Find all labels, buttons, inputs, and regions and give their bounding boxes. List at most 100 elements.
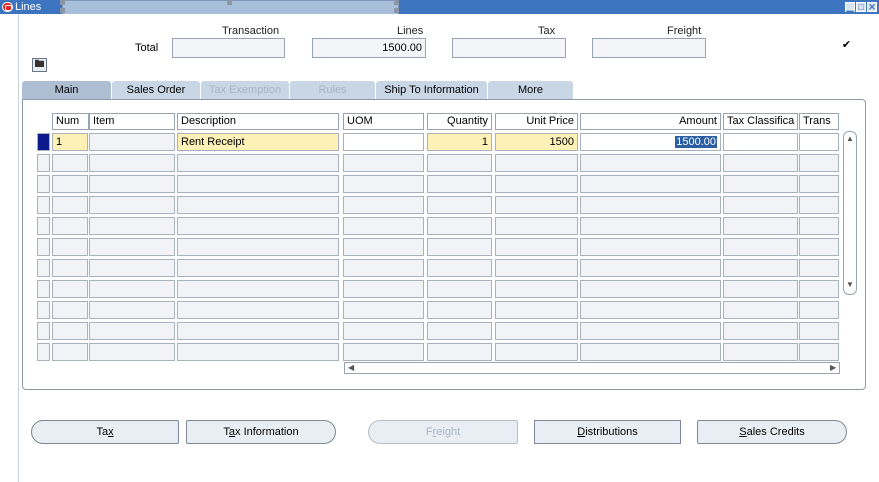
description-cell[interactable]: Rent Receipt bbox=[177, 133, 339, 151]
unit-price-cell[interactable] bbox=[495, 196, 578, 214]
num-cell[interactable] bbox=[52, 238, 88, 256]
quantity-cell[interactable] bbox=[427, 238, 492, 256]
distributions-button[interactable]: Distributions bbox=[534, 420, 681, 444]
trans-cell[interactable] bbox=[799, 322, 839, 340]
tab-ship-to-information[interactable]: Ship To Information bbox=[376, 81, 487, 100]
uom-cell[interactable] bbox=[343, 280, 424, 298]
item-cell[interactable] bbox=[89, 175, 175, 193]
tax-classification-cell[interactable] bbox=[723, 196, 798, 214]
tax-classification-cell[interactable] bbox=[723, 343, 798, 361]
lines-total-field[interactable]: 1500.00 bbox=[312, 38, 426, 58]
tax-classification-cell[interactable] bbox=[723, 322, 798, 340]
item-cell[interactable] bbox=[89, 133, 175, 151]
unit-price-cell[interactable] bbox=[495, 217, 578, 235]
tax-classification-cell[interactable] bbox=[723, 154, 798, 172]
quantity-cell[interactable] bbox=[427, 280, 492, 298]
record-indicator[interactable] bbox=[37, 280, 50, 298]
amount-cell[interactable] bbox=[580, 280, 721, 298]
item-cell[interactable] bbox=[89, 196, 175, 214]
amount-cell[interactable] bbox=[580, 238, 721, 256]
num-cell[interactable] bbox=[52, 259, 88, 277]
num-cell[interactable] bbox=[52, 280, 88, 298]
resize-handle[interactable] bbox=[227, 0, 232, 5]
tab-rules[interactable]: Rules bbox=[290, 81, 375, 100]
quantity-cell[interactable] bbox=[427, 322, 492, 340]
trans-cell[interactable] bbox=[799, 133, 839, 151]
quantity-cell[interactable] bbox=[427, 217, 492, 235]
tax-classification-cell[interactable] bbox=[723, 175, 798, 193]
minimize-icon[interactable]: ▁ bbox=[845, 2, 855, 12]
quantity-cell[interactable] bbox=[427, 301, 492, 319]
unit-price-cell[interactable] bbox=[495, 175, 578, 193]
trans-cell[interactable] bbox=[799, 238, 839, 256]
description-cell[interactable] bbox=[177, 280, 339, 298]
record-indicator[interactable] bbox=[37, 259, 50, 277]
uom-cell[interactable] bbox=[343, 343, 424, 361]
tax-information-button[interactable]: Tax Information bbox=[186, 420, 336, 444]
tax-total-field[interactable] bbox=[452, 38, 566, 58]
resize-handle[interactable] bbox=[394, 0, 399, 5]
freight-button[interactable]: Freight bbox=[368, 420, 518, 444]
record-indicator[interactable] bbox=[37, 175, 50, 193]
amount-cell[interactable] bbox=[580, 301, 721, 319]
record-indicator[interactable] bbox=[37, 154, 50, 172]
trans-cell[interactable] bbox=[799, 259, 839, 277]
uom-cell[interactable] bbox=[343, 196, 424, 214]
resize-handle[interactable] bbox=[394, 8, 399, 13]
quantity-cell[interactable]: 1 bbox=[427, 133, 492, 151]
unit-price-cell[interactable] bbox=[495, 280, 578, 298]
close-icon[interactable]: ✕ bbox=[867, 2, 877, 12]
amount-cell[interactable] bbox=[580, 175, 721, 193]
unit-price-cell[interactable] bbox=[495, 238, 578, 256]
scroll-right-icon[interactable]: ▶ bbox=[830, 363, 836, 373]
trans-cell[interactable] bbox=[799, 301, 839, 319]
num-cell[interactable] bbox=[52, 217, 88, 235]
amount-cell[interactable] bbox=[580, 217, 721, 235]
unit-price-cell[interactable] bbox=[495, 154, 578, 172]
tax-classification-cell[interactable] bbox=[723, 259, 798, 277]
amount-cell[interactable] bbox=[580, 322, 721, 340]
uom-cell[interactable] bbox=[343, 133, 424, 151]
description-cell[interactable] bbox=[177, 175, 339, 193]
unit-price-cell[interactable]: 1500 bbox=[495, 133, 578, 151]
uom-cell[interactable] bbox=[343, 238, 424, 256]
num-cell[interactable]: 1 bbox=[52, 133, 88, 151]
quantity-cell[interactable] bbox=[427, 343, 492, 361]
unit-price-cell[interactable] bbox=[495, 322, 578, 340]
horizontal-scrollbar[interactable]: ◀ ▶ bbox=[344, 362, 840, 374]
uom-cell[interactable] bbox=[343, 322, 424, 340]
tax-classification-cell[interactable] bbox=[723, 301, 798, 319]
trans-cell[interactable] bbox=[799, 343, 839, 361]
resize-handle[interactable] bbox=[60, 8, 65, 13]
item-cell[interactable] bbox=[89, 259, 175, 277]
description-cell[interactable] bbox=[177, 154, 339, 172]
resize-handle[interactable] bbox=[60, 0, 65, 5]
tax-classification-cell[interactable] bbox=[723, 238, 798, 256]
quantity-cell[interactable] bbox=[427, 196, 492, 214]
item-cell[interactable] bbox=[89, 154, 175, 172]
uom-cell[interactable] bbox=[343, 154, 424, 172]
record-indicator[interactable] bbox=[37, 133, 50, 151]
tax-classification-cell[interactable] bbox=[723, 280, 798, 298]
tax-classification-cell[interactable] bbox=[723, 133, 798, 151]
scroll-down-icon[interactable]: ▼ bbox=[846, 280, 854, 289]
description-cell[interactable] bbox=[177, 322, 339, 340]
folder-icon[interactable]: 🖿 bbox=[32, 58, 47, 72]
amount-cell[interactable] bbox=[580, 154, 721, 172]
description-cell[interactable] bbox=[177, 301, 339, 319]
record-indicator[interactable] bbox=[37, 343, 50, 361]
num-cell[interactable] bbox=[52, 196, 88, 214]
description-cell[interactable] bbox=[177, 343, 339, 361]
item-cell[interactable] bbox=[89, 280, 175, 298]
unit-price-cell[interactable] bbox=[495, 343, 578, 361]
item-cell[interactable] bbox=[89, 301, 175, 319]
trans-cell[interactable] bbox=[799, 154, 839, 172]
record-indicator[interactable] bbox=[37, 196, 50, 214]
num-cell[interactable] bbox=[52, 175, 88, 193]
record-indicator[interactable] bbox=[37, 301, 50, 319]
amount-cell[interactable] bbox=[580, 259, 721, 277]
num-cell[interactable] bbox=[52, 154, 88, 172]
num-cell[interactable] bbox=[52, 322, 88, 340]
amount-cell[interactable] bbox=[580, 196, 721, 214]
trans-cell[interactable] bbox=[799, 280, 839, 298]
